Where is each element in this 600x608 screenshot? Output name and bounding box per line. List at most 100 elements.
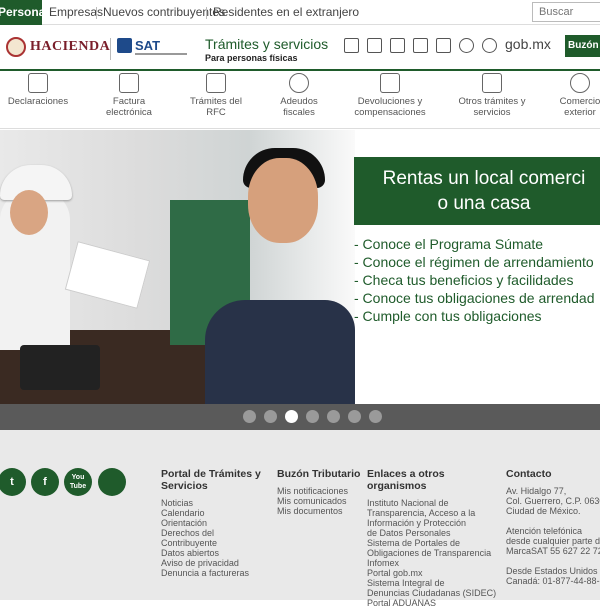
nav-label: Factura electrónica xyxy=(106,96,152,118)
news-icon[interactable] xyxy=(367,38,382,53)
hero-carousel[interactable]: Rentas un local comerci o una casa - Con… xyxy=(0,130,600,404)
footer-link[interactable]: Sistema de Portales de xyxy=(367,538,499,548)
footer-link[interactable]: Instituto Nacional de xyxy=(367,498,499,508)
help-icon[interactable] xyxy=(482,38,497,53)
sat-wordmark: SAT xyxy=(135,38,161,53)
nav-declaraciones[interactable]: Declaraciones xyxy=(4,71,72,129)
contact-intl-line: Desde Estados Unidos y xyxy=(506,566,600,576)
footer-link[interactable]: Mis documentos xyxy=(277,506,362,516)
advisor-face xyxy=(10,190,48,235)
taxpayer-face xyxy=(248,158,318,243)
footer-link[interactable]: Noticias xyxy=(161,498,271,508)
footer-link[interactable]: Calendario xyxy=(161,508,271,518)
footer-col-title: Contacto xyxy=(506,468,552,480)
contact-address-line: Av. Hidalgo 77, xyxy=(506,486,567,496)
nav-comercio-exterior[interactable]: Comercio exterior xyxy=(554,71,600,129)
footer-link[interactable]: Portal gob.mx xyxy=(367,568,499,578)
footer-link[interactable]: Datos abiertos xyxy=(161,548,271,558)
carousel-dot[interactable] xyxy=(243,410,256,423)
contact-phone-line: Atención telefónica xyxy=(506,526,583,536)
footer-col-buzon: Buzón Tributario Mis notificaciones Mis c… xyxy=(277,468,362,516)
nav-otros-tramites[interactable]: Otros trámites y servicios xyxy=(456,71,528,129)
footer-link[interactable]: Orientación xyxy=(161,518,271,528)
service-navigation: Declaraciones Factura electrónica Trámit… xyxy=(0,71,600,129)
twitter-icon[interactable]: t xyxy=(0,468,26,496)
calendar-icon[interactable] xyxy=(390,38,405,53)
tab-separator xyxy=(96,7,97,19)
tab-personas[interactable]: Personas xyxy=(0,0,52,25)
phone-shape xyxy=(20,345,100,390)
nav-label: Comercio exterior xyxy=(559,96,600,118)
footer-link[interactable]: Mis notificaciones xyxy=(277,486,362,496)
top-navigation: Personas Empresas Nuevos contribuyentes … xyxy=(0,0,600,25)
contact-phone-line: MarcaSAT 55 627 22 72 xyxy=(506,546,600,556)
footer-link[interactable]: Mis comunicados xyxy=(277,496,362,506)
gobmx-link[interactable]: gob.mx xyxy=(505,36,551,52)
tab-empresas[interactable]: Empresas xyxy=(49,0,103,25)
footer-link[interactable]: Derechos del Contribuyente xyxy=(161,528,271,548)
contact-address-line: Col. Guerrero, C.P. 06300 xyxy=(506,496,600,506)
hero-bullet[interactable]: - Conoce tus obligaciones de arrendad xyxy=(354,289,600,307)
footer-link[interactable]: Aviso de privacidad xyxy=(161,558,271,568)
home-icon[interactable] xyxy=(344,38,359,53)
carousel-dot[interactable] xyxy=(348,410,361,423)
footer-col-title: Portal de Trámites y Servicios xyxy=(161,468,261,492)
national-seal-icon xyxy=(6,37,26,57)
buzon-tributario-button[interactable]: Buzón T xyxy=(565,35,600,57)
rfc-icon xyxy=(206,73,226,93)
factura-icon xyxy=(119,73,139,93)
footer-link[interactable]: de Datos Personales xyxy=(367,528,499,538)
sat-logo[interactable]: SAT xyxy=(117,38,160,53)
footer-link[interactable]: Denuncia a factureras xyxy=(161,568,271,578)
banner-line: Rentas un local comerci xyxy=(382,168,586,189)
banner-line: o una casa xyxy=(437,193,531,214)
otros-icon xyxy=(482,73,502,93)
search-input[interactable] xyxy=(532,2,600,22)
facebook-icon[interactable]: f xyxy=(31,468,59,496)
footer-col-portal: Portal de Trámites y Servicios Noticias C… xyxy=(161,468,271,578)
compass-icon[interactable] xyxy=(459,38,474,53)
nav-label: Declaraciones xyxy=(7,96,69,107)
footer-col-title: Buzón Tributario xyxy=(277,468,361,480)
nav-devoluciones[interactable]: Devoluciones y compensaciones xyxy=(352,71,428,129)
youtube-icon[interactable]: You Tube xyxy=(64,468,92,496)
footer-link[interactable]: Denuncias Ciudadanas (SIDEC) xyxy=(367,588,499,598)
document-shape xyxy=(64,241,151,309)
nav-adeudos-fiscales[interactable]: Adeudos fiscales xyxy=(272,71,326,129)
hero-banner[interactable]: Rentas un local comerci o una casa xyxy=(354,157,600,225)
adeudos-icon xyxy=(289,73,309,93)
footer-col-title: Enlaces a otros organismos xyxy=(367,468,445,492)
mail-icon[interactable] xyxy=(436,38,451,53)
carousel-dot[interactable] xyxy=(369,410,382,423)
nav-tramites-rfc[interactable]: Trámites del RFC xyxy=(186,71,246,129)
footer-link[interactable]: Infomex xyxy=(367,558,499,568)
site-footer: t f You Tube Portal de Trámites y Servic… xyxy=(0,430,600,608)
carousel-dot[interactable] xyxy=(285,410,298,423)
devoluciones-icon xyxy=(380,73,400,93)
footer-link[interactable]: Obligaciones de Transparencia xyxy=(367,548,499,558)
sitemap-icon[interactable] xyxy=(98,468,126,496)
hero-bullet[interactable]: - Cumple con tus obligaciones xyxy=(354,307,600,325)
declaraciones-icon xyxy=(28,73,48,93)
carousel-dot[interactable] xyxy=(264,410,277,423)
hero-bullet-list: - Conoce el Programa Súmate - Conoce el … xyxy=(354,235,600,325)
hacienda-logo[interactable]: HACIENDA xyxy=(6,36,110,58)
hero-bullet[interactable]: - Checa tus beneficios y facilidades xyxy=(354,271,600,289)
book-icon[interactable] xyxy=(413,38,428,53)
footer-link[interactable]: Información y Protección xyxy=(367,518,499,528)
carousel-dot[interactable] xyxy=(306,410,319,423)
footer-link[interactable]: Sistema Integral de xyxy=(367,578,499,588)
taxpayer-figure xyxy=(205,300,355,404)
nav-factura-electronica[interactable]: Factura electrónica xyxy=(100,71,158,129)
tab-residentes-extranjero[interactable]: Residentes en el extranjero xyxy=(213,0,359,25)
footer-col-enlaces: Enlaces a otros organismos Instituto Nac… xyxy=(367,468,499,608)
footer-link[interactable]: Transparencia, Acceso a la xyxy=(367,508,499,518)
sat-mark-icon xyxy=(117,38,132,53)
nav-label: Devoluciones y compensaciones xyxy=(354,96,426,118)
comercio-icon xyxy=(570,73,590,93)
hero-bullet[interactable]: - Conoce el régimen de arrendamiento xyxy=(354,253,600,271)
hero-bullet[interactable]: - Conoce el Programa Súmate xyxy=(354,235,600,253)
tab-separator xyxy=(206,7,207,19)
carousel-dot[interactable] xyxy=(327,410,340,423)
page-title: Trámites y servicios xyxy=(205,36,329,52)
